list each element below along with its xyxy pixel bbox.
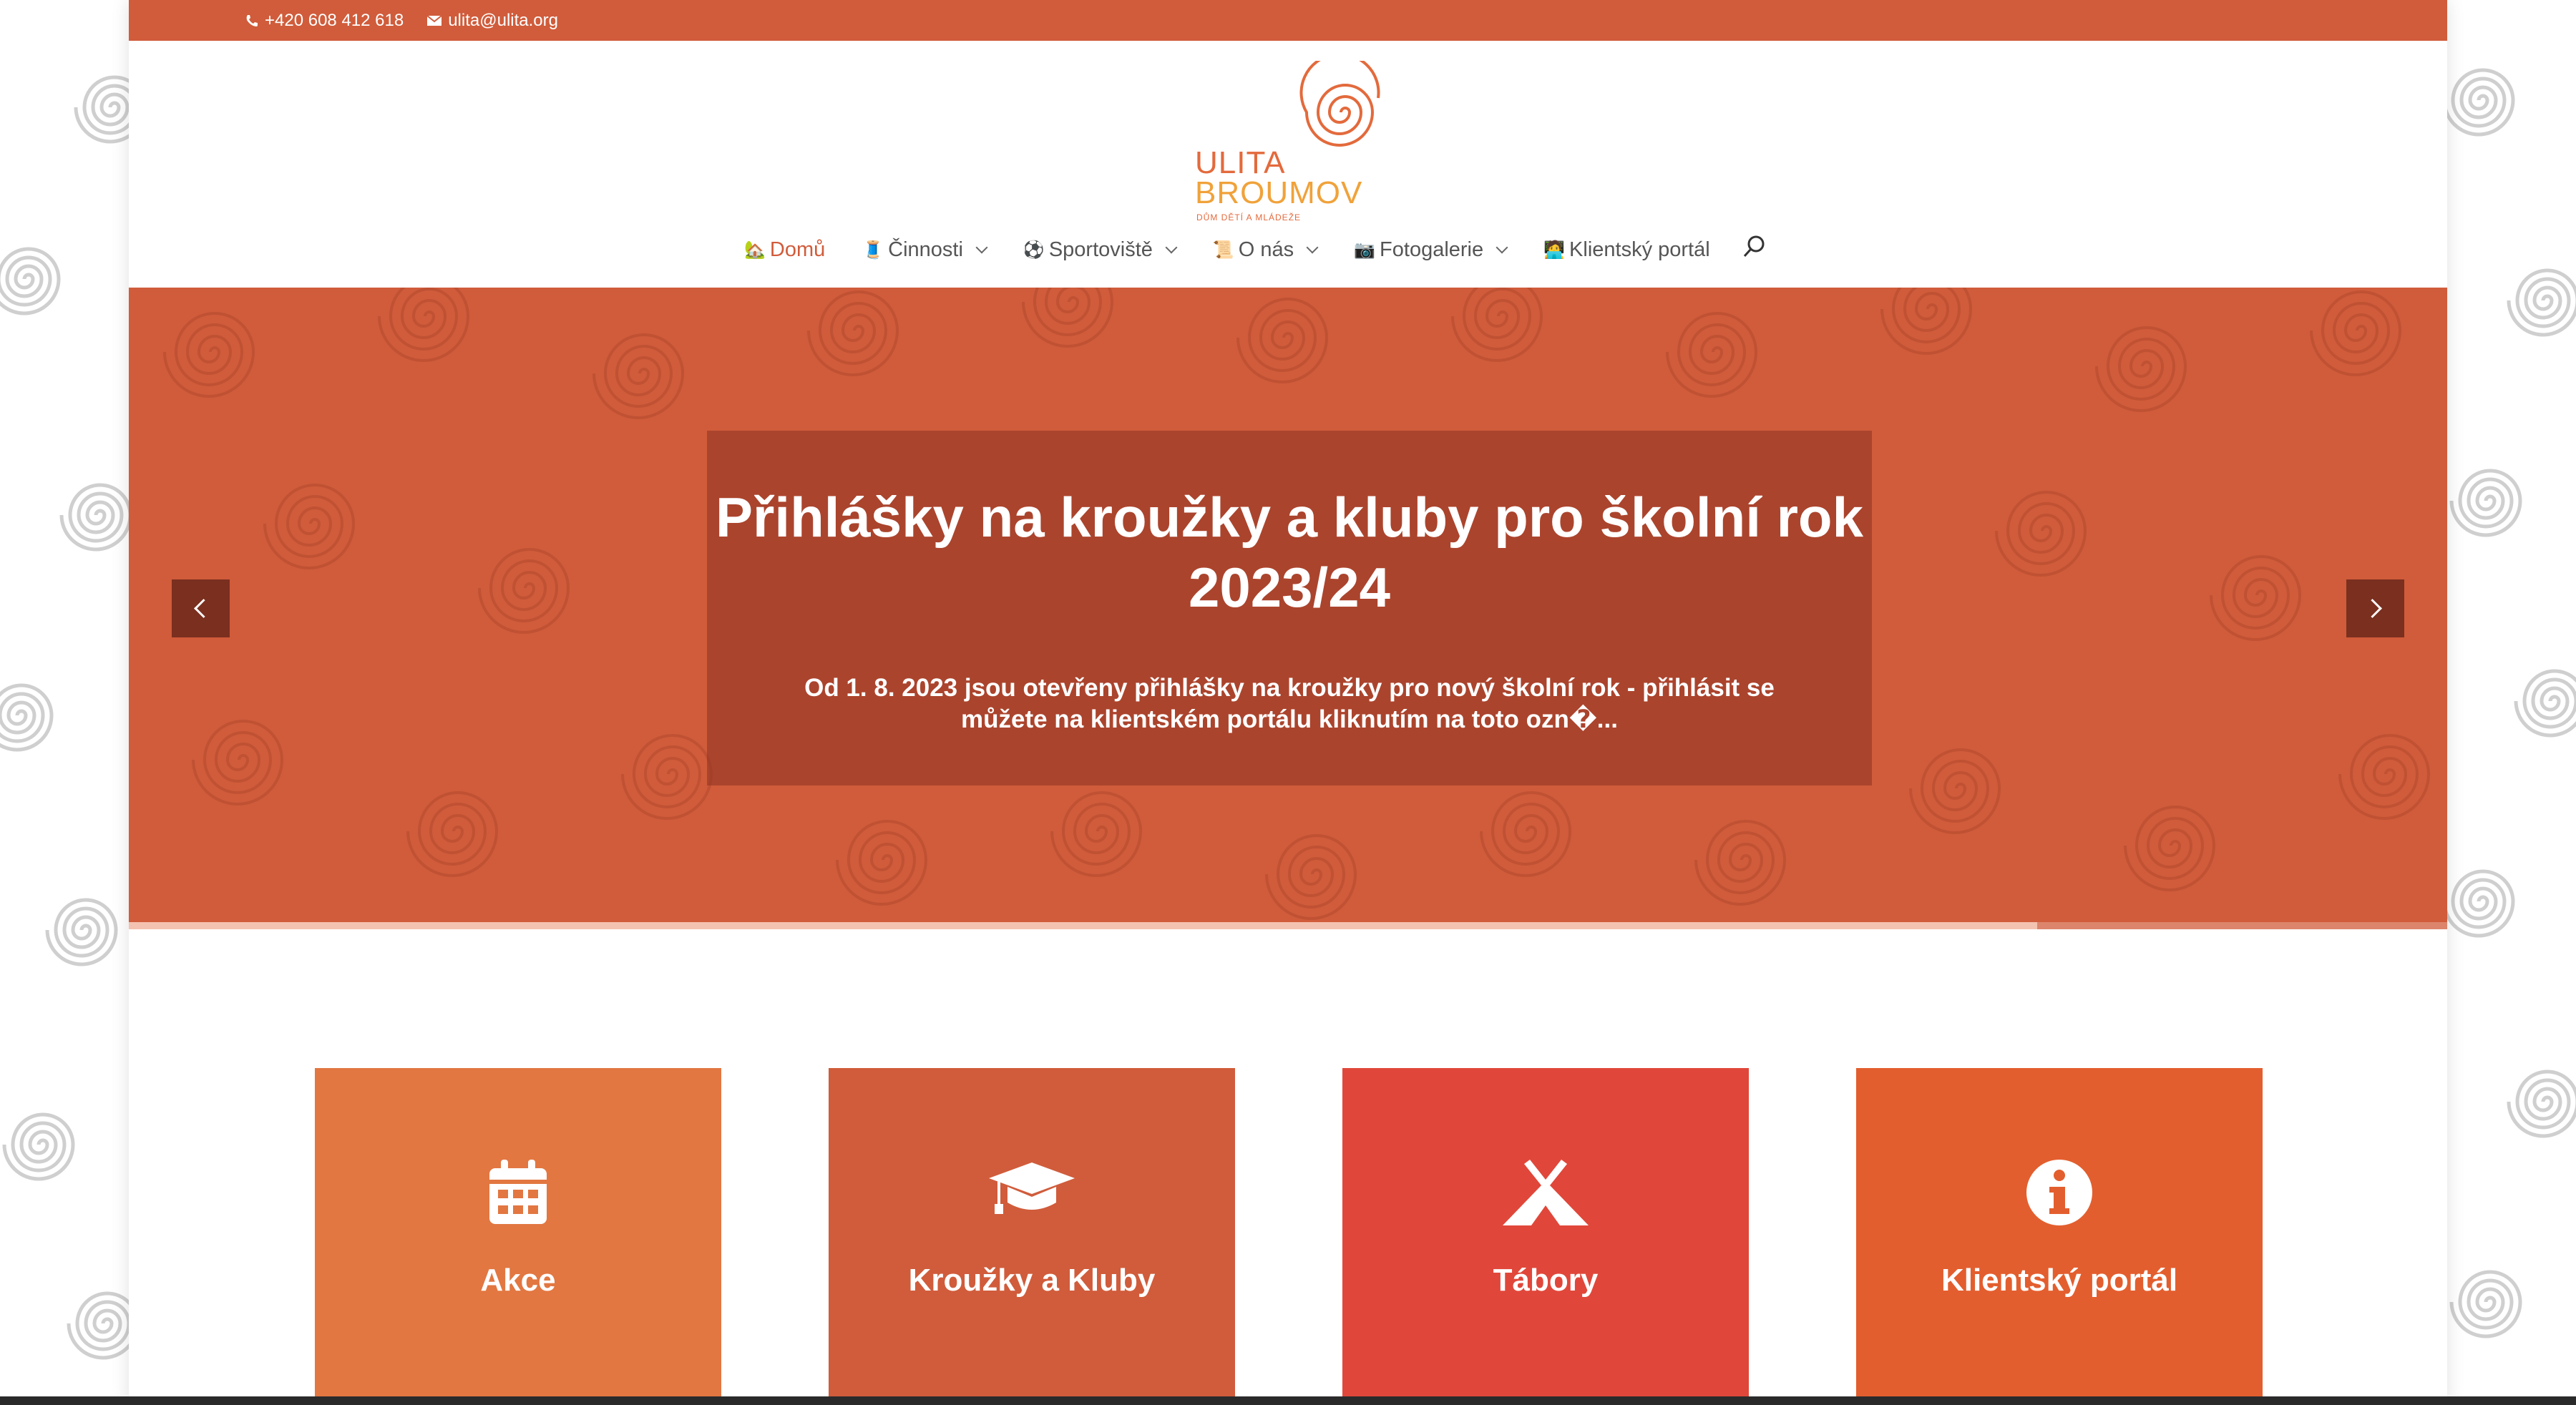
card-label: Tábory (1493, 1263, 1599, 1298)
page-container: +420 608 412 618 ulita@ulita.org ULITA B… (129, 0, 2447, 1405)
info-icon (2026, 1160, 2092, 1225)
nav-item-fotogalerie[interactable]: 📷 Fotogalerie (1354, 238, 1508, 262)
main-navigation: 🏡 Domů 🧵 Činnosti ⚽ Sportoviště 📜 O nás … (744, 228, 1766, 271)
nav-label: Fotogalerie (1380, 238, 1484, 261)
logo-text-broumov: BROUMOV (1195, 175, 1363, 210)
card-label: Kroužky a Kluby (908, 1263, 1156, 1298)
nav-item-klientsky-portal[interactable]: 🧑‍💻 Klientský portál (1543, 238, 1710, 262)
tent-icon (1503, 1160, 1589, 1225)
phone-contact[interactable]: +420 608 412 618 (245, 11, 404, 31)
top-contact-bar: +420 608 412 618 ulita@ulita.org (129, 0, 2447, 41)
hero-caption-box[interactable]: Přihlášky na kroužky a kluby pro školní … (707, 431, 1872, 785)
feature-cards: Akce Kroužky a Kluby Tábory Klientský po… (129, 1068, 2447, 1405)
card-krouzky-a-kluby[interactable]: Kroužky a Kluby (829, 1068, 1235, 1405)
card-label: Akce (480, 1263, 556, 1298)
search-button[interactable] (1742, 235, 1766, 265)
nav-item-cinnosti[interactable]: 🧵 Činnosti (862, 238, 988, 262)
nav-label: Činnosti (888, 238, 963, 261)
snail-shell-logo-icon (1299, 61, 1380, 147)
phone-icon (246, 14, 258, 26)
nav-item-sportoviste[interactable]: ⚽ Sportoviště (1023, 238, 1178, 262)
chevron-down-icon (1306, 241, 1319, 254)
email-contact[interactable]: ulita@ulita.org (426, 11, 558, 31)
slider-next-button[interactable] (2346, 579, 2404, 637)
slider-progress-bar (129, 922, 2447, 929)
graduation-cap-icon (989, 1162, 1075, 1214)
person-computer-icon: 🧑‍💻 (1543, 240, 1566, 260)
email-text: ulita@ulita.org (448, 10, 558, 30)
card-label: Klientský portál (1941, 1263, 2178, 1298)
card-tabory[interactable]: Tábory (1342, 1068, 1749, 1405)
nav-item-domu[interactable]: 🏡 Domů (744, 238, 825, 262)
site-logo[interactable]: ULITA BROUMOV DŮM DĚTÍ A MLÁDEŽE (1195, 61, 1395, 225)
hero-slider: Přihlášky na kroužky a kluby pro školní … (129, 288, 2447, 929)
mail-icon (426, 14, 442, 26)
search-icon (1743, 235, 1765, 258)
scroll-icon: 📜 (1212, 240, 1234, 260)
card-akce[interactable]: Akce (315, 1068, 721, 1405)
calendar-icon (489, 1160, 547, 1224)
window-bottom-edge (0, 1396, 2576, 1405)
chevron-down-icon (975, 241, 988, 254)
nav-item-o-nas[interactable]: 📜 O nás (1212, 238, 1319, 262)
logo-tagline: DŮM DĚTÍ A MLÁDEŽE (1196, 212, 1302, 222)
site-header: ULITA BROUMOV DŮM DĚTÍ A MLÁDEŽE 🏡 Domů … (129, 41, 2447, 288)
chevron-right-icon (2363, 599, 2382, 618)
camera-icon: 📷 (1354, 240, 1376, 260)
house-icon: 🏡 (744, 240, 766, 260)
hero-description: Od 1. 8. 2023 jsou otevřeny přihlášky na… (804, 674, 1775, 733)
slider-progress-fill (129, 922, 2037, 929)
nav-label: O nás (1238, 238, 1294, 261)
chevron-left-icon (194, 599, 213, 618)
thread-icon: 🧵 (862, 240, 884, 260)
chevron-down-icon (1165, 241, 1178, 254)
nav-label: Domů (769, 238, 826, 261)
card-klientsky-portal[interactable]: Klientský portál (1856, 1068, 2263, 1405)
nav-label: Klientský portál (1569, 238, 1710, 261)
hero-title: Přihlášky na kroužky a kluby pro školní … (716, 486, 1863, 619)
nav-label: Sportoviště (1048, 238, 1153, 261)
chevron-down-icon (1496, 241, 1508, 254)
soccer-ball-icon: ⚽ (1023, 240, 1045, 260)
slider-prev-button[interactable] (172, 579, 230, 637)
phone-text: +420 608 412 618 (265, 10, 404, 30)
